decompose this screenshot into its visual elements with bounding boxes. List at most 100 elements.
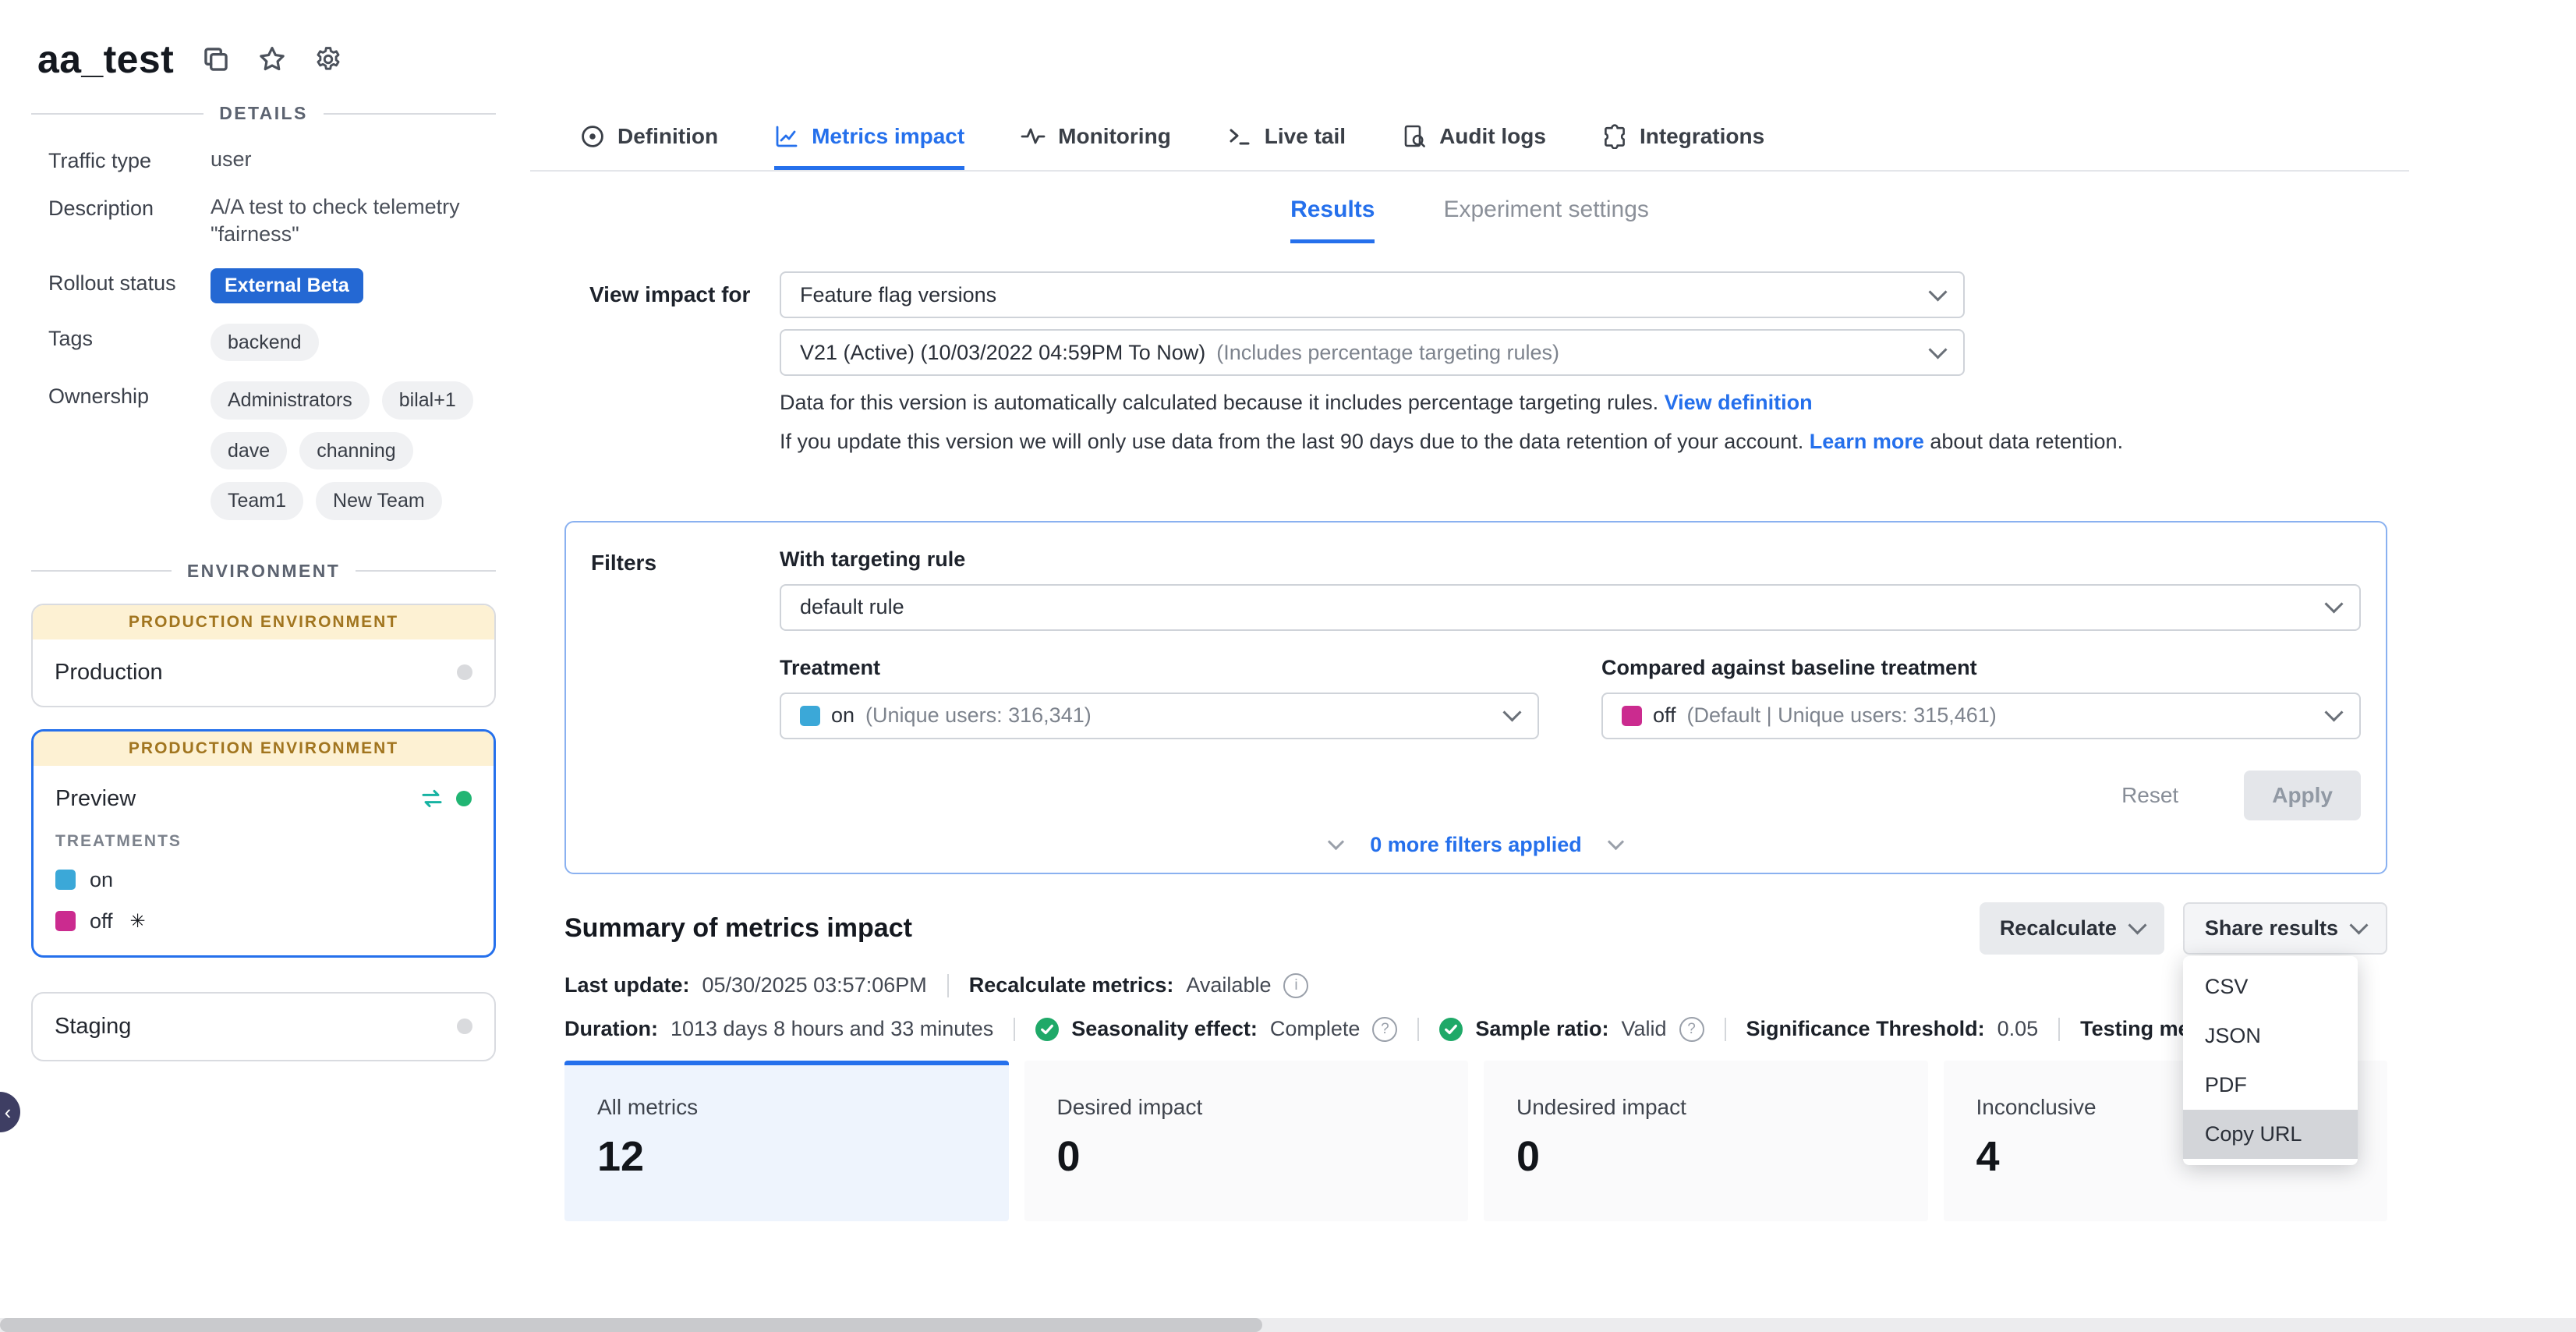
share-results-menu: CSV JSON PDF Copy URL	[2183, 956, 2358, 1165]
view-definition-link[interactable]: View definition	[1665, 391, 1813, 414]
results-subtabs: Results Experiment settings	[530, 197, 2409, 243]
status-dot-inactive	[457, 664, 472, 680]
rollout-status-badge[interactable]: External Beta	[211, 268, 363, 303]
tab-audit-logs[interactable]: Audit logs	[1402, 103, 1546, 170]
chevron-down-icon	[1928, 282, 1947, 301]
subtab-experiment-settings[interactable]: Experiment settings	[1443, 197, 1648, 243]
copy-icon[interactable]	[202, 45, 230, 73]
traffic-type-value: user	[211, 146, 496, 173]
treatment-color-swatch	[1622, 706, 1642, 726]
targeting-rule-select[interactable]: default rule	[780, 584, 2361, 631]
reset-button[interactable]: Reset	[2112, 781, 2188, 809]
chevron-down-icon	[1928, 340, 1947, 359]
more-filters-toggle[interactable]: 0 more filters applied	[591, 833, 2361, 863]
ownership-row: Ownership Administrators bilal+1 dave ch…	[48, 381, 496, 520]
description-label: Description	[48, 193, 211, 248]
summary-section: Summary of metrics impact Recalculate Sh…	[564, 902, 2387, 1221]
version-select[interactable]: V21 (Active) (10/03/2022 04:59PM To Now)…	[780, 329, 1965, 376]
version-type-select[interactable]: Feature flag versions	[780, 271, 1965, 318]
chevron-down-icon	[1608, 834, 1624, 850]
live-tail-icon	[1227, 124, 1252, 149]
treatment-select[interactable]: on (Unique users: 316,341)	[780, 693, 1539, 739]
owner-pill[interactable]: Team1	[211, 482, 303, 520]
rollout-status-row: Rollout status External Beta	[48, 268, 496, 303]
summary-meta-line-1: Last update: 05/30/2025 03:57:06PM Recal…	[564, 973, 2387, 998]
chevron-down-icon	[1328, 834, 1344, 850]
card-undesired-impact[interactable]: Undesired impact 0	[1484, 1061, 1928, 1221]
owner-pill[interactable]: channing	[299, 432, 412, 470]
apply-button[interactable]: Apply	[2244, 771, 2361, 820]
owner-pill[interactable]: New Team	[316, 482, 442, 520]
treatment-color-swatch	[800, 706, 820, 726]
audit-logs-icon	[1402, 124, 1427, 149]
default-treatment-asterisk-icon: ✳	[130, 910, 146, 933]
tab-monitoring[interactable]: Monitoring	[1021, 103, 1171, 170]
page-header: aa_test	[0, 0, 2576, 81]
gear-icon[interactable]	[314, 45, 342, 73]
summary-meta-line-2: Duration: 1013 days 8 hours and 33 minut…	[564, 1017, 2387, 1042]
treatments-label: TREATMENTS	[34, 832, 494, 860]
ownership-label: Ownership	[48, 381, 211, 520]
share-results-button[interactable]: Share results	[2183, 902, 2387, 955]
targeting-rule-label: With targeting rule	[780, 547, 2361, 572]
share-menu-item-pdf[interactable]: PDF	[2183, 1061, 2358, 1110]
main-tabs: Definition Metrics impact Monitoring Liv…	[530, 103, 2409, 172]
environment-name: Preview	[55, 786, 408, 812]
share-menu-item-json[interactable]: JSON	[2183, 1011, 2358, 1061]
rollout-status-label: Rollout status	[48, 268, 211, 303]
summary-title: Summary of metrics impact	[564, 913, 912, 944]
scrollbar-thumb[interactable]	[0, 1318, 1262, 1332]
integrations-icon	[1602, 124, 1627, 149]
details-section-header: DETAILS	[31, 103, 496, 124]
tags-row: Tags backend	[48, 324, 496, 362]
view-impact-section: View impact for Feature flag versions V2…	[564, 271, 2387, 459]
filters-panel: Filters With targeting rule default rule…	[564, 521, 2387, 874]
owner-pill[interactable]: bilal+1	[382, 381, 473, 420]
environment-name: Staging	[55, 1014, 444, 1040]
view-impact-label: View impact for	[589, 282, 780, 307]
tab-definition[interactable]: Definition	[580, 103, 718, 170]
chevron-down-icon	[1502, 703, 1521, 722]
tags-label: Tags	[48, 324, 211, 362]
baseline-treatment-label: Compared against baseline treatment	[1601, 656, 2361, 680]
chevron-down-icon	[2128, 916, 2146, 934]
filters-title: Filters	[591, 547, 780, 820]
environment-card-preview[interactable]: PRODUCTION ENVIRONMENT Preview TREATMENT…	[31, 729, 496, 958]
page-title: aa_test	[37, 37, 174, 82]
environment-name: Production	[55, 660, 444, 685]
star-icon[interactable]	[258, 45, 286, 73]
help-icon[interactable]	[1679, 1017, 1704, 1042]
info-icon[interactable]	[1283, 973, 1308, 998]
status-dot-active	[456, 791, 472, 806]
share-menu-item-copy-url[interactable]: Copy URL	[2183, 1110, 2358, 1159]
owner-pill[interactable]: Administrators	[211, 381, 370, 420]
description-value: A/A test to check telemetry "fairness"	[211, 193, 479, 248]
share-menu-item-csv[interactable]: CSV	[2183, 962, 2358, 1011]
swap-arrows-icon	[420, 788, 444, 809]
environment-card-production[interactable]: PRODUCTION ENVIRONMENT Production	[31, 604, 496, 707]
chevron-left-icon: ‹	[5, 1102, 12, 1122]
tab-integrations[interactable]: Integrations	[1602, 103, 1764, 170]
treatment-item-off: off ✳	[34, 902, 494, 943]
version-info-line1: Data for this version is automatically c…	[780, 387, 2387, 420]
recalculate-button[interactable]: Recalculate	[1980, 902, 2164, 955]
tab-metrics-impact[interactable]: Metrics impact	[774, 103, 964, 170]
card-all-metrics[interactable]: All metrics 12	[564, 1061, 1009, 1221]
card-desired-impact[interactable]: Desired impact 0	[1024, 1061, 1469, 1221]
tab-live-tail[interactable]: Live tail	[1227, 103, 1346, 170]
check-circle-icon	[1035, 1018, 1059, 1041]
subtab-results[interactable]: Results	[1290, 197, 1375, 243]
help-icon[interactable]	[1372, 1017, 1397, 1042]
owner-pill[interactable]: dave	[211, 432, 287, 470]
production-environment-banner: PRODUCTION ENVIRONMENT	[34, 732, 494, 766]
baseline-treatment-select[interactable]: off (Default | Unique users: 315,461)	[1601, 693, 2361, 739]
horizontal-scrollbar[interactable]	[0, 1318, 2576, 1332]
traffic-type-row: Traffic type user	[48, 146, 496, 173]
traffic-type-label: Traffic type	[48, 146, 211, 173]
definition-icon	[580, 124, 605, 149]
tag-pill[interactable]: backend	[211, 324, 319, 362]
chevron-down-icon	[2324, 703, 2343, 722]
metric-summary-cards: All metrics 12 Desired impact 0 Undesire…	[564, 1061, 2387, 1221]
environment-card-staging[interactable]: Staging	[31, 992, 496, 1061]
learn-more-link[interactable]: Learn more	[1810, 430, 1924, 453]
